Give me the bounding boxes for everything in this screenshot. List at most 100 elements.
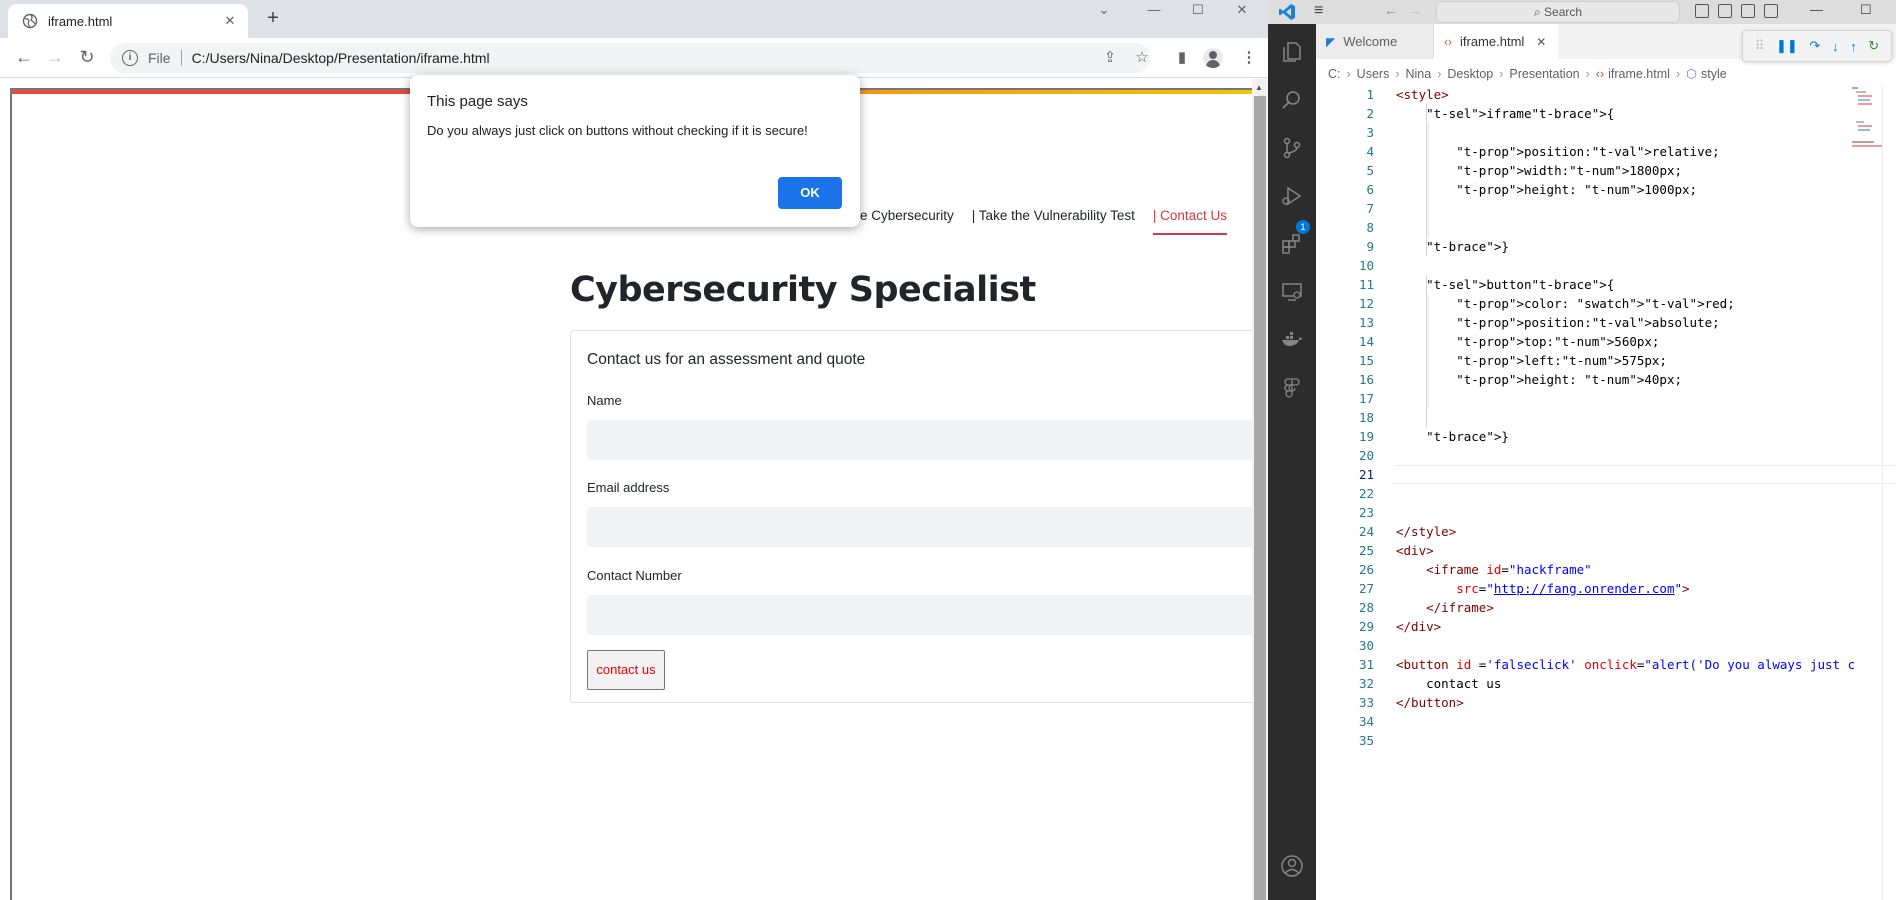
debug-pause-icon[interactable]: ❚❚	[1776, 38, 1798, 54]
drag-grip-icon[interactable]: ⠿	[1755, 38, 1765, 54]
explorer-icon[interactable]	[1280, 40, 1304, 64]
customize-layout-icon[interactable]	[1764, 4, 1778, 18]
code-line[interactable]: 6 "t-prop">height: "t-num">1000px;	[1316, 180, 1896, 199]
code-line[interactable]: 16 "t-prop">height: "t-num">40px;	[1316, 370, 1896, 389]
scroll-up-icon[interactable]: ▲	[1255, 83, 1263, 92]
code-line[interactable]: 12 "t-prop">color: "swatch">"t-val">red;	[1316, 294, 1896, 313]
code-line[interactable]: 22	[1316, 484, 1896, 503]
contact-us-button[interactable]: contact us	[587, 650, 665, 690]
breadcrumb-item[interactable]: Desktop	[1447, 67, 1493, 81]
code-line[interactable]: 19 "t-brace">}	[1316, 427, 1896, 446]
code-line[interactable]: 30	[1316, 636, 1896, 655]
code-line[interactable]: 18	[1316, 408, 1896, 427]
code-line[interactable]: 20	[1316, 446, 1896, 465]
contact-number-field[interactable]	[587, 595, 1252, 635]
debug-step-into-icon[interactable]: ↓	[1832, 39, 1839, 54]
debug-step-out-icon[interactable]: ↑	[1850, 39, 1857, 54]
reload-icon[interactable]: ↻	[75, 46, 99, 70]
code-line[interactable]: 14 "t-prop">top:"t-num">560px;	[1316, 332, 1896, 351]
code-line[interactable]: 3	[1316, 123, 1896, 142]
info-icon[interactable]: i	[122, 50, 138, 66]
email-field[interactable]	[587, 507, 1252, 547]
new-tab-button[interactable]: +	[262, 8, 284, 30]
docker-icon[interactable]	[1280, 328, 1304, 352]
nav-link-vulnerability-test[interactable]: | Take the Vulnerability Test	[972, 205, 1135, 235]
breadcrumb-item[interactable]: style	[1701, 67, 1727, 81]
code-line[interactable]: 26 <iframe id="hackframe"	[1316, 560, 1896, 579]
back-icon[interactable]: ←	[12, 46, 36, 70]
code-line[interactable]: 29 </div>	[1316, 617, 1896, 636]
close-window-icon[interactable]: ✕	[1220, 0, 1264, 24]
code-line[interactable]: 23	[1316, 503, 1896, 522]
breadcrumb-item[interactable]: C:	[1328, 67, 1341, 81]
breadcrumb-item[interactable]: iframe.html	[1608, 67, 1670, 81]
code-line[interactable]: 35	[1316, 731, 1896, 750]
code-line[interactable]: 15 "t-prop">left:"t-num">575px;	[1316, 351, 1896, 370]
address-bar[interactable]: i File C:/Users/Nina/Desktop/Presentatio…	[110, 43, 1150, 73]
tab-iframe-html[interactable]: ‹› iframe.html ✕	[1434, 24, 1558, 59]
toggle-secondary-sidebar-icon[interactable]	[1741, 4, 1755, 18]
close-tab-icon[interactable]: ✕	[222, 13, 238, 29]
search-icon[interactable]	[1280, 88, 1304, 112]
forward-icon[interactable]: →	[43, 46, 67, 70]
name-field[interactable]	[587, 420, 1252, 460]
vscode-minimize-icon[interactable]: —	[1810, 2, 1823, 17]
code-line[interactable]: 1 <style>	[1316, 85, 1896, 104]
nav-link-contact-us[interactable]: | Contact Us	[1152, 205, 1227, 235]
source-control-icon[interactable]	[1280, 136, 1304, 160]
code-line[interactable]: 31 <button id ='falseclick' onclick="aler…	[1316, 655, 1896, 674]
code-line[interactable]: 33 </button>	[1316, 693, 1896, 712]
menu-kebab-icon[interactable]: ⋮	[1237, 46, 1261, 70]
minimize-icon[interactable]: —	[1132, 0, 1176, 24]
code-line[interactable]: 11 "t-sel">button"t-brace">{	[1316, 275, 1896, 294]
code-line[interactable]: 34	[1316, 712, 1896, 731]
toggle-panel-icon[interactable]	[1718, 4, 1732, 18]
close-editor-tab-icon[interactable]: ✕	[1536, 35, 1546, 49]
code-line[interactable]: 25 <div>	[1316, 541, 1896, 560]
bookmark-star-icon[interactable]: ☆	[1130, 46, 1154, 70]
figma-icon[interactable]	[1280, 376, 1304, 400]
code-line[interactable]: 28 </iframe>	[1316, 598, 1896, 617]
accounts-icon[interactable]	[1280, 854, 1304, 878]
vscode-maximize-icon[interactable]: ☐	[1860, 2, 1872, 18]
code-line[interactable]: 24 </style>	[1316, 522, 1896, 541]
code-line[interactable]: 17	[1316, 389, 1896, 408]
nav-back-icon[interactable]: ←	[1384, 2, 1398, 18]
share-icon[interactable]: ⇪	[1098, 46, 1122, 70]
extensions-icon[interactable]	[1280, 232, 1304, 256]
code-line[interactable]: 4 "t-prop">position:"t-val">relative;	[1316, 142, 1896, 161]
breadcrumb-item[interactable]: Users	[1357, 67, 1390, 81]
breadcrumb-item[interactable]: Presentation	[1509, 67, 1579, 81]
editor-scrollbar[interactable]	[1882, 85, 1896, 900]
code-line[interactable]: 32 contact us	[1316, 674, 1896, 693]
side-panel-icon[interactable]: ▮	[1170, 46, 1194, 70]
scrollbar-thumb[interactable]	[1254, 96, 1266, 900]
code-line[interactable]: 13 "t-prop">position:"t-val">absolute;	[1316, 313, 1896, 332]
profile-avatar[interactable]	[1203, 48, 1223, 68]
run-debug-icon[interactable]	[1280, 184, 1304, 208]
alert-ok-button[interactable]: OK	[778, 177, 842, 209]
code-editor[interactable]: 1 <style> 2 "t-sel">iframe"t-brace">{3 4 "t…	[1316, 85, 1896, 900]
browser-tab[interactable]: iframe.html ✕	[8, 4, 248, 38]
code-line[interactable]: 10	[1316, 256, 1896, 275]
code-line[interactable]: 21	[1316, 465, 1896, 484]
code-line[interactable]: 5 "t-prop">width:"t-num">1800px;	[1316, 161, 1896, 180]
nav-link-cybersecurity[interactable]: e Cybersecurity	[860, 205, 954, 235]
debug-step-over-icon[interactable]: ↷	[1809, 38, 1820, 54]
code-line[interactable]: 27 src="http://fang.onrender.com">	[1316, 579, 1896, 598]
command-center-search[interactable]: ⌕ Search	[1436, 1, 1680, 23]
debug-restart-icon[interactable]: ↻	[1868, 38, 1879, 54]
hamburger-menu-icon[interactable]: ≡	[1314, 2, 1323, 20]
code-line[interactable]: 2 "t-sel">iframe"t-brace">{	[1316, 104, 1896, 123]
address-url[interactable]: C:/Users/Nina/Desktop/Presentation/ifram…	[192, 50, 490, 66]
breadcrumb-item[interactable]: Nina	[1406, 67, 1432, 81]
toggle-primary-sidebar-icon[interactable]	[1695, 4, 1709, 18]
code-line[interactable]: 8	[1316, 218, 1896, 237]
maximize-icon[interactable]: ☐	[1176, 0, 1220, 24]
code-line[interactable]: 7	[1316, 199, 1896, 218]
code-line[interactable]: 9 "t-brace">}	[1316, 237, 1896, 256]
nav-forward-icon[interactable]: →	[1408, 2, 1422, 18]
remote-explorer-icon[interactable]	[1280, 280, 1304, 304]
tab-search-icon[interactable]: ⌄	[1082, 0, 1126, 24]
tab-welcome[interactable]: ◤ Welcome	[1316, 24, 1434, 59]
